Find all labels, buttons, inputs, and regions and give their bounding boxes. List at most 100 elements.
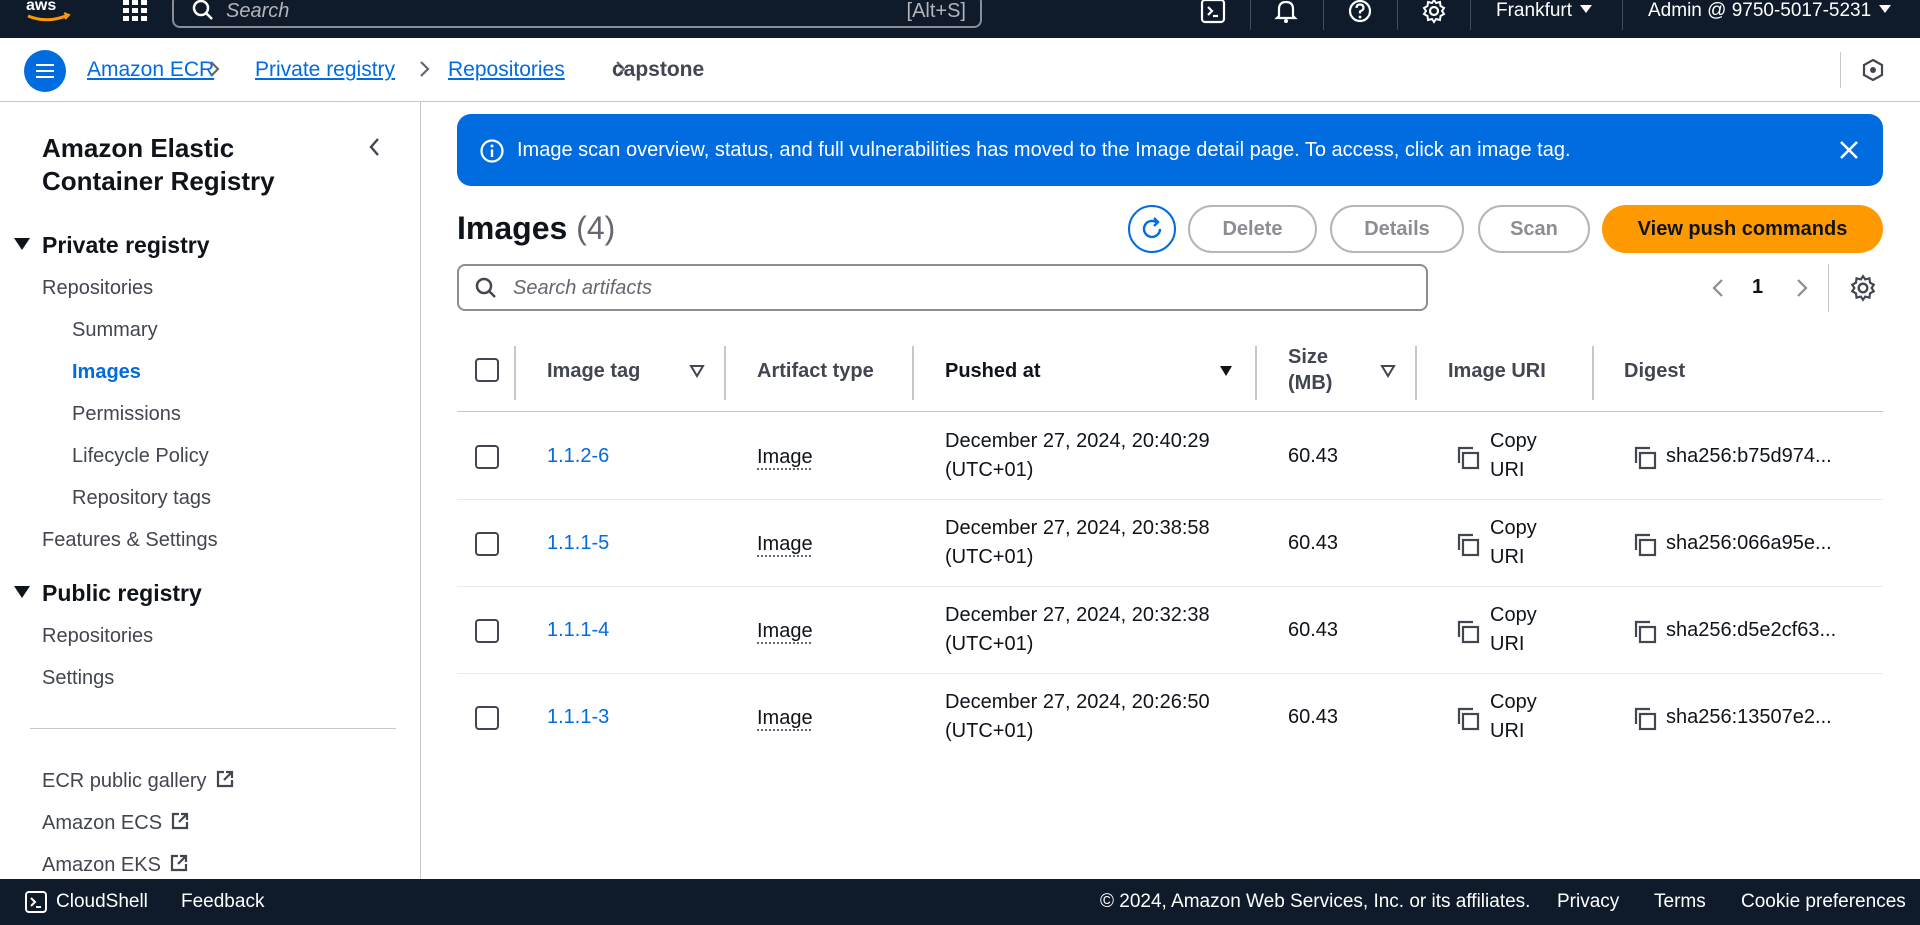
sort-icon[interactable] — [1380, 364, 1396, 378]
external-link-amazon-eks[interactable]: Amazon EKS — [42, 853, 189, 877]
sidebar-item-public-repositories[interactable]: Repositories — [42, 625, 153, 648]
refresh-icon — [1142, 217, 1162, 239]
copy-icon[interactable] — [1632, 445, 1658, 471]
delete-button[interactable]: Delete — [1188, 205, 1317, 253]
column-header-pushed-at[interactable]: Pushed at — [945, 360, 1041, 383]
column-header-size-line1[interactable]: Size — [1288, 346, 1328, 369]
sidebar-item-repository-tags[interactable]: Repository tags — [72, 487, 211, 510]
digest-value[interactable]: sha256:13507e2... — [1666, 703, 1832, 732]
sidebar-item-images[interactable]: Images — [72, 361, 141, 384]
cloudshell-link[interactable]: CloudShell — [56, 891, 148, 913]
terms-link[interactable]: Terms — [1654, 891, 1706, 913]
copy-uri-line2[interactable]: URI — [1490, 630, 1524, 659]
artifact-type[interactable]: Image — [757, 443, 813, 472]
digest-value[interactable]: sha256:066a95e... — [1666, 529, 1832, 558]
pushed-at-date: December 27, 2024, 20:26:50 — [945, 691, 1210, 713]
copy-uri-line2[interactable]: URI — [1490, 717, 1524, 746]
feedback-link[interactable]: Feedback — [181, 891, 264, 913]
gear-icon[interactable] — [1849, 274, 1877, 302]
sidebar-item-permissions[interactable]: Permissions — [72, 403, 181, 426]
global-search-input[interactable] — [226, 0, 826, 22]
artifact-type[interactable]: Image — [757, 617, 813, 646]
nav-divider — [1323, 0, 1324, 30]
row-checkbox[interactable] — [475, 619, 499, 643]
image-tag-link[interactable]: 1.1.2-6 — [547, 442, 609, 471]
copy-icon[interactable] — [1455, 706, 1481, 732]
search-artifacts[interactable] — [457, 264, 1428, 311]
caret-down-icon — [14, 586, 30, 598]
cookie-preferences-link[interactable]: Cookie preferences — [1741, 891, 1906, 913]
image-tag-link[interactable]: 1.1.1-4 — [547, 616, 609, 645]
pushed-at-timezone: (UTC+01) — [945, 720, 1034, 742]
artifact-type[interactable]: Image — [757, 530, 813, 559]
external-link-ecr-public-gallery[interactable]: ECR public gallery — [42, 769, 235, 793]
page-number[interactable]: 1 — [1752, 276, 1763, 299]
sidebar-item-summary[interactable]: Summary — [72, 319, 158, 342]
image-size: 60.43 — [1288, 619, 1339, 641]
copy-icon[interactable] — [1455, 445, 1481, 471]
copy-uri-line1[interactable]: Copy — [1490, 514, 1537, 543]
details-button[interactable]: Details — [1330, 205, 1464, 253]
menu-icon[interactable] — [24, 50, 66, 92]
close-icon[interactable] — [1837, 138, 1861, 162]
chevron-right-icon[interactable] — [1794, 277, 1810, 299]
sidebar-item-repositories[interactable]: Repositories — [42, 277, 153, 300]
digest-value[interactable]: sha256:b75d974... — [1666, 442, 1832, 471]
cloudshell-icon[interactable] — [24, 890, 48, 914]
breadcrumb-repositories[interactable]: Repositories — [448, 58, 565, 82]
scan-button[interactable]: Scan — [1478, 205, 1590, 253]
private-registry-section[interactable]: Private registry — [14, 232, 209, 259]
breadcrumb-private-registry[interactable]: Private registry — [255, 58, 395, 82]
aws-logo[interactable]: aws — [24, 0, 74, 26]
external-link-icon — [170, 854, 188, 872]
chevron-left-icon[interactable] — [1710, 277, 1726, 299]
column-divider — [912, 346, 914, 400]
image-tag-link[interactable]: 1.1.1-5 — [547, 529, 609, 558]
link-label: Amazon ECS — [42, 812, 163, 834]
row-checkbox[interactable] — [475, 706, 499, 730]
help-icon[interactable] — [1347, 0, 1373, 24]
column-header-size-line2[interactable]: (MB) — [1288, 372, 1332, 395]
row-checkbox[interactable] — [475, 445, 499, 469]
gear-icon[interactable] — [1421, 0, 1447, 24]
public-registry-section[interactable]: Public registry — [14, 580, 202, 607]
page-title: Images (4) — [457, 210, 615, 247]
sidebar-item-public-settings[interactable]: Settings — [42, 667, 114, 690]
copy-icon[interactable] — [1632, 706, 1658, 732]
chevron-left-icon[interactable] — [366, 136, 384, 158]
sidebar-item-features-settings[interactable]: Features & Settings — [42, 529, 218, 552]
copy-icon[interactable] — [1455, 532, 1481, 558]
cloudshell-icon[interactable] — [1200, 0, 1226, 24]
copy-uri-line2[interactable]: URI — [1490, 456, 1524, 485]
search-artifacts-input[interactable] — [513, 276, 1393, 300]
copy-uri-line2[interactable]: URI — [1490, 543, 1524, 572]
hexagon-icon[interactable] — [1861, 58, 1885, 82]
refresh-button[interactable] — [1128, 205, 1176, 253]
region-selector[interactable]: Frankfurt — [1496, 0, 1593, 22]
account-menu[interactable]: Admin @ 9750-5017-5231 — [1648, 0, 1892, 22]
digest-value[interactable]: sha256:d5e2cf63... — [1666, 616, 1836, 645]
row-checkbox[interactable] — [475, 532, 499, 556]
sidebar-item-lifecycle-policy[interactable]: Lifecycle Policy — [72, 445, 209, 468]
copy-icon[interactable] — [1632, 619, 1658, 645]
image-tag-link[interactable]: 1.1.1-3 — [547, 703, 609, 732]
column-divider — [724, 346, 726, 400]
global-search[interactable]: [Alt+S] — [172, 0, 982, 28]
sort-icon[interactable] — [689, 364, 705, 378]
copy-icon[interactable] — [1455, 619, 1481, 645]
column-header-image-tag[interactable]: Image tag — [547, 360, 640, 383]
copy-uri-line1[interactable]: Copy — [1490, 688, 1537, 717]
external-link-amazon-ecs[interactable]: Amazon ECS — [42, 811, 190, 835]
bell-icon[interactable] — [1273, 0, 1299, 24]
apps-grid-icon[interactable] — [122, 0, 148, 22]
pagination-divider — [1828, 264, 1829, 312]
copy-uri-line1[interactable]: Copy — [1490, 601, 1537, 630]
select-all-checkbox[interactable] — [475, 358, 499, 382]
copy-uri-line1[interactable]: Copy — [1490, 427, 1537, 456]
artifact-type[interactable]: Image — [757, 704, 813, 733]
copy-icon[interactable] — [1632, 532, 1658, 558]
view-push-commands-button[interactable]: View push commands — [1602, 205, 1883, 253]
breadcrumb-amazon-ecr[interactable]: Amazon ECR — [87, 58, 214, 82]
sort-icon[interactable] — [1218, 364, 1234, 378]
privacy-link[interactable]: Privacy — [1557, 891, 1619, 913]
